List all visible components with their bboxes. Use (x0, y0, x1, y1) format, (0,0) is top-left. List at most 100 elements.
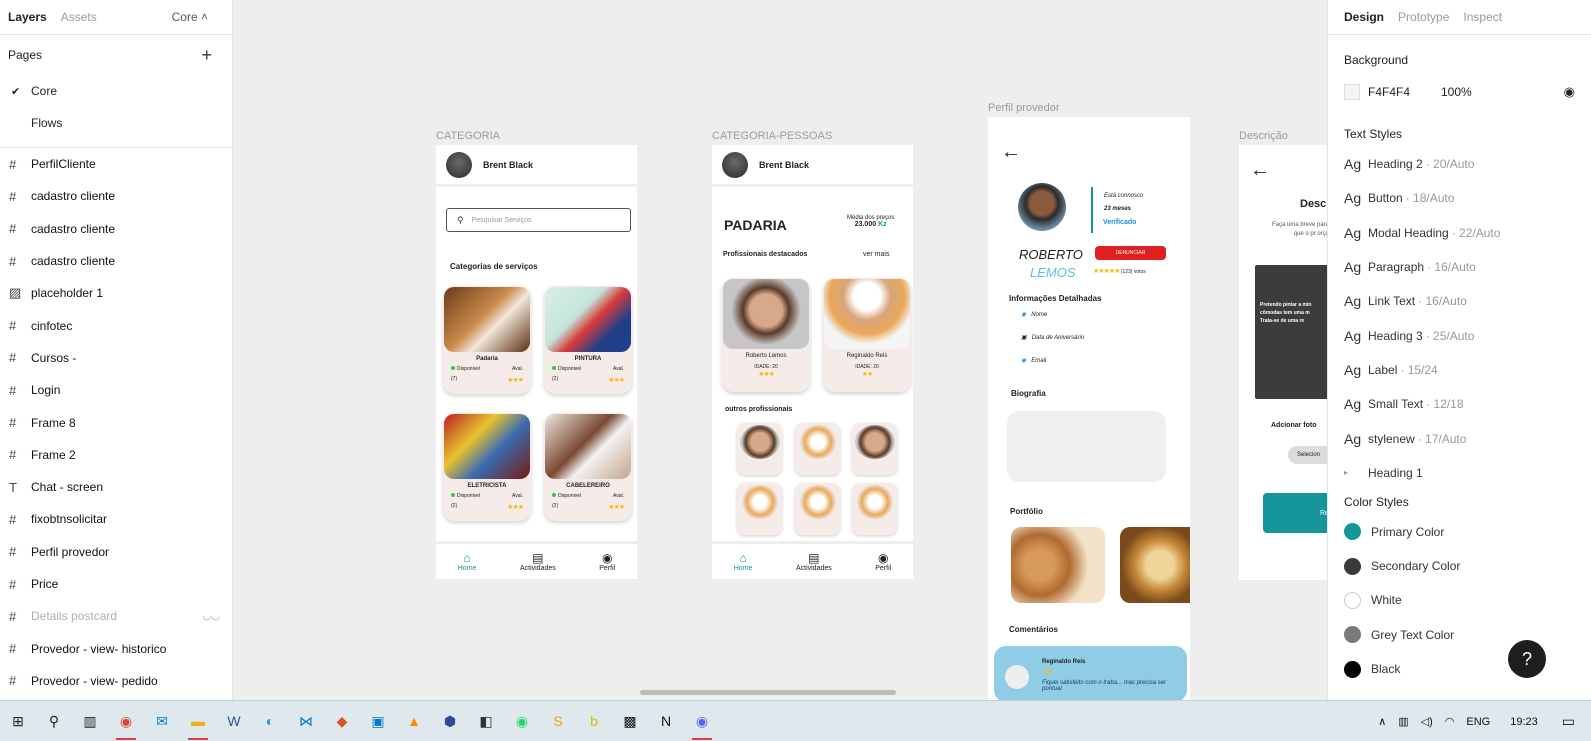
description-textarea[interactable]: Pretendo pintar a min cômodas tem uma m … (1255, 265, 1327, 399)
layer-item[interactable]: # Login (0, 374, 232, 406)
category-card[interactable]: PINTURA Disponivel Aval. (2) ★★★ (544, 286, 632, 394)
background-hex[interactable]: F4F4F4 (1368, 85, 1441, 99)
small-pro-card[interactable] (737, 423, 782, 475)
frame-label-descricao[interactable]: Descrição (1239, 130, 1288, 142)
background-row[interactable]: F4F4F4 100% ◉ (1328, 79, 1591, 105)
tab-inspect[interactable]: Inspect (1463, 10, 1502, 24)
submit-button[interactable]: Re (1263, 493, 1327, 533)
help-button[interactable]: ? (1508, 640, 1546, 678)
small-pro-card[interactable] (795, 483, 840, 535)
chrome-icon[interactable]: ◉ (108, 706, 144, 740)
layer-item[interactable]: # Details postcard ◡◡ (0, 600, 232, 632)
hidden-eye-icon[interactable]: ◡◡ (203, 611, 220, 622)
small-pro-card[interactable] (737, 483, 782, 535)
nav-perfil[interactable]: ◉ Perfil (875, 551, 891, 572)
text-style-heading1[interactable]: ▸ Heading 1 (1328, 456, 1591, 490)
shield-icon[interactable]: ⬢ (432, 706, 468, 736)
wifi-icon[interactable]: ◠ (1445, 715, 1455, 728)
layer-item[interactable]: # cinfotec (0, 309, 232, 341)
notion-icon[interactable]: N (648, 706, 684, 736)
color-style-item[interactable]: Grey Text Color (1328, 618, 1591, 652)
frame-label-categoria-pessoas[interactable]: CATEGORIA-PESSOAS (712, 130, 832, 142)
start-button[interactable]: ⊞ (0, 706, 36, 736)
tab-assets[interactable]: Assets (61, 10, 97, 24)
page-item-flows[interactable]: Flows (0, 107, 232, 139)
color-style-item[interactable]: White (1328, 583, 1591, 617)
volume-icon[interactable]: ◁) (1421, 715, 1433, 728)
pro-card[interactable]: Roberto Lemos IDADE: 20 ★★★ (722, 278, 810, 392)
text-style-item[interactable]: Ag Heading 2 · 20/Auto (1328, 147, 1591, 181)
chevron-up-icon[interactable]: ∧ (1378, 715, 1386, 728)
nav-actividades[interactable]: ▤ Actividades (796, 551, 832, 572)
task-view-icon[interactable]: ▥ (72, 706, 108, 736)
small-pro-card[interactable] (852, 483, 897, 535)
pro-card[interactable]: Reginaldo Reis IDADE: 20 ★★ (823, 278, 911, 392)
category-card[interactable]: CABELEREIRO Disponivel Aval. (2) ★★★ (544, 413, 632, 521)
tab-layers[interactable]: Layers (8, 10, 47, 24)
page-item-core[interactable]: ✔ Core (0, 75, 232, 107)
frame-categoria-pessoas[interactable]: Brent Black PADARIA Média dos preços 23.… (712, 145, 913, 579)
sublime-icon[interactable]: ◧ (468, 706, 504, 736)
language-indicator[interactable]: ENG (1466, 716, 1490, 728)
layer-item[interactable]: ▨ placeholder 1 (0, 277, 232, 309)
portfolio-image[interactable] (1120, 527, 1190, 603)
notifications-icon[interactable]: ▭ (1562, 713, 1575, 730)
mail-icon[interactable]: ✉ (144, 706, 180, 736)
layer-item[interactable]: # Price (0, 568, 232, 600)
search-input[interactable]: ⚲ Pesquisar Serviços (446, 208, 631, 232)
report-button[interactable]: DENUNCIAR (1095, 246, 1166, 260)
color-style-item[interactable]: Black (1328, 652, 1591, 686)
background-swatch[interactable] (1344, 84, 1360, 100)
select-button[interactable]: Selecion (1288, 446, 1327, 464)
frame-label-perfil-provedor[interactable]: Perfil provedor (988, 102, 1060, 114)
background-opacity[interactable]: 100% (1441, 85, 1472, 99)
layer-item[interactable]: # cadastro cliente (0, 213, 232, 245)
tab-prototype[interactable]: Prototype (1398, 10, 1449, 24)
color-style-item[interactable]: Secondary Color (1328, 549, 1591, 583)
layer-item[interactable]: # Provedor - view- pedido (0, 665, 232, 697)
eye-icon[interactable]: ◉ (1564, 84, 1575, 100)
layer-item[interactable]: T Chat - screen (0, 471, 232, 503)
sublime-text-icon[interactable]: S (540, 706, 576, 736)
see-more-link[interactable]: ver mais (863, 251, 889, 258)
word-icon[interactable]: W (216, 706, 252, 736)
nav-home[interactable]: ⌂ Home (734, 551, 753, 572)
search-icon[interactable]: ⚲ (36, 706, 72, 736)
text-style-item[interactable]: Ag Modal Heading · 22/Auto (1328, 216, 1591, 250)
text-style-item[interactable]: Ag Button · 18/Auto (1328, 181, 1591, 215)
text-style-item[interactable]: Ag Paragraph · 16/Auto (1328, 250, 1591, 284)
brave-icon[interactable]: b (576, 706, 612, 736)
store-icon[interactable]: ▣ (360, 706, 396, 736)
file-explorer-icon[interactable]: ▬ (180, 706, 216, 740)
category-card[interactable]: Padaria Disponivel Aval. (7) ★★★ (443, 286, 531, 394)
clock[interactable]: 19:23 (1510, 716, 1538, 728)
layer-item[interactable]: # Frame 8 (0, 406, 232, 438)
network-icon[interactable]: ▥ (1398, 715, 1408, 728)
layer-item[interactable]: # cadastro cliente (0, 245, 232, 277)
nav-perfil[interactable]: ◉ Perfil (599, 551, 615, 572)
git-icon[interactable]: ◆ (324, 706, 360, 736)
portfolio-image[interactable] (1011, 527, 1105, 603)
frame-perfil-provedor[interactable]: ← Está connosco 23 meses Verificado ROBE… (988, 117, 1190, 700)
layer-item[interactable]: # fixobtnsolicitar (0, 503, 232, 535)
frame-descricao[interactable]: ← Descriç Faça uma breve para que o pr o… (1239, 145, 1327, 580)
layer-item[interactable]: # Perfil provedor (0, 536, 232, 568)
small-pro-card[interactable] (852, 423, 897, 475)
vlc-icon[interactable]: ▲ (396, 706, 432, 736)
color-style-item[interactable]: Primary Color (1328, 515, 1591, 549)
small-pro-card[interactable] (795, 423, 840, 475)
text-style-item[interactable]: Ag Link Text · 16/Auto (1328, 284, 1591, 318)
text-style-item[interactable]: Ag Heading 3 · 25/Auto (1328, 318, 1591, 352)
nav-actividades[interactable]: ▤ Actividades (520, 551, 556, 572)
horizontal-scrollbar[interactable] (640, 690, 896, 695)
whatsapp-icon[interactable]: ◉ (504, 706, 540, 736)
text-style-item[interactable]: Ag stylenew · 17/Auto (1328, 421, 1591, 455)
back-arrow-icon[interactable]: ← (1001, 141, 1021, 164)
nav-home[interactable]: ⌂ Home (458, 551, 477, 572)
layer-item[interactable]: # Frame 2 (0, 439, 232, 471)
page-selector[interactable]: Core ˄ (172, 10, 208, 24)
frame-categoria[interactable]: Brent Black ⚲ Pesquisar Serviços Categor… (436, 145, 637, 579)
add-page-icon[interactable]: + (201, 45, 212, 66)
vscode-icon[interactable]: ⋈ (288, 706, 324, 736)
edge-icon[interactable]: ◐ (252, 706, 288, 736)
